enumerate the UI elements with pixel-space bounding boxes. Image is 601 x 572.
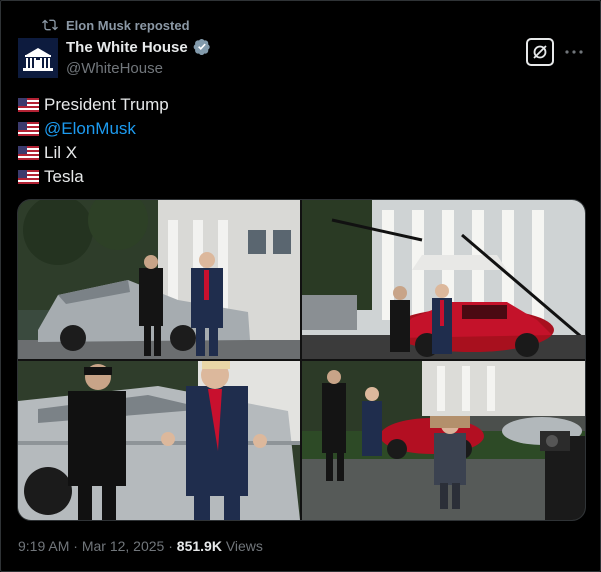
- grok-icon: [533, 45, 547, 59]
- us-flag-icon: [18, 122, 39, 136]
- photo-1-image: [18, 200, 300, 359]
- author-handle[interactable]: @WhiteHouse: [66, 60, 163, 77]
- post-time[interactable]: 9:19 AM: [18, 538, 69, 554]
- us-flag-icon: [18, 170, 39, 184]
- post-line-text: President Trump: [44, 95, 169, 114]
- post-line-text: Lil X: [44, 143, 78, 162]
- more-dots-icon: [565, 50, 583, 54]
- post-text: President Trump @ElonMusk Lil X Tesla: [18, 93, 169, 189]
- photo-4[interactable]: [302, 361, 585, 520]
- meta-separator: ·: [69, 538, 82, 554]
- photo-1[interactable]: [18, 200, 300, 359]
- white-house-logo: [18, 38, 58, 78]
- post-metadata: 9:19 AM · Mar 12, 2025 · 851.9K Views: [18, 538, 263, 554]
- repost-header[interactable]: Elon Musk reposted: [42, 17, 190, 33]
- repost-label: Elon Musk reposted: [66, 17, 190, 33]
- views-label: Views: [221, 538, 263, 554]
- photo-2[interactable]: [302, 200, 585, 359]
- photo-3-image: [18, 361, 300, 520]
- photo-2-image: [302, 200, 585, 359]
- us-flag-icon: [18, 146, 39, 160]
- media-grid: [17, 199, 586, 521]
- post-line: @ElonMusk: [18, 117, 169, 141]
- repost-icon: [42, 19, 58, 31]
- post-line: Tesla: [18, 165, 169, 189]
- photo-4-image: [302, 361, 585, 520]
- mention-link[interactable]: @ElonMusk: [44, 117, 136, 141]
- post-date[interactable]: Mar 12, 2025: [82, 538, 165, 554]
- avatar[interactable]: [18, 38, 58, 78]
- author-name[interactable]: The White House: [66, 39, 188, 56]
- grok-button[interactable]: [526, 38, 554, 66]
- post-line: President Trump: [18, 93, 169, 117]
- more-options-button[interactable]: [562, 40, 586, 64]
- post-line: Lil X: [18, 141, 169, 165]
- views-count[interactable]: 851.9K: [177, 538, 222, 554]
- photo-3[interactable]: [18, 361, 300, 520]
- meta-separator: ·: [164, 538, 177, 554]
- verified-badge-icon[interactable]: [193, 38, 211, 56]
- post-line-text: Tesla: [44, 167, 84, 186]
- us-flag-icon: [18, 98, 39, 112]
